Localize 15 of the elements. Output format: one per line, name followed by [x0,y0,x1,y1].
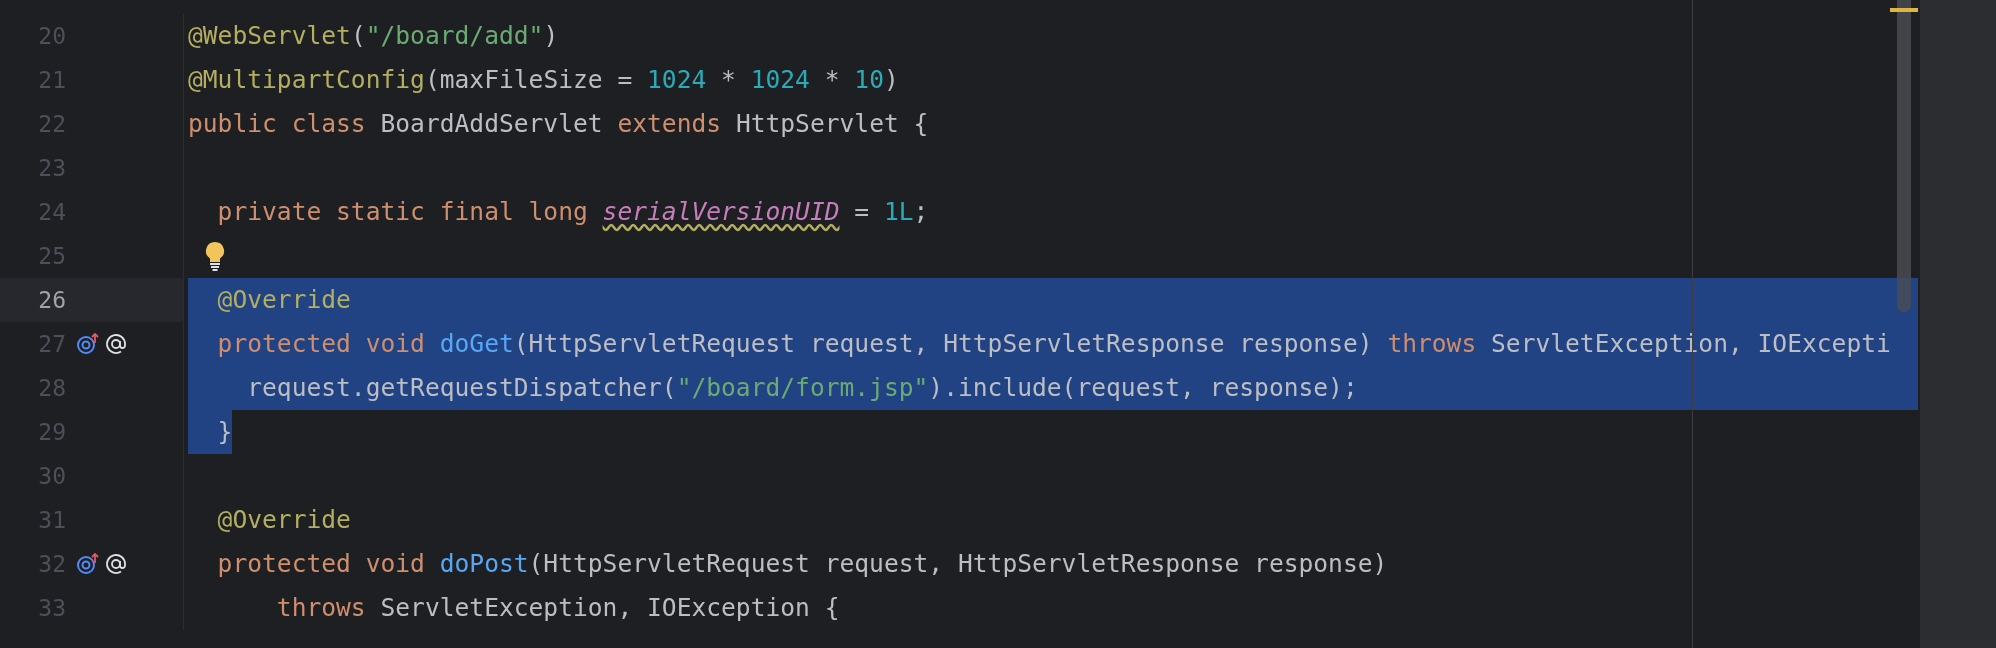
code-line: @Override [216,504,351,536]
lightbulb-icon[interactable] [204,241,226,271]
code-line: private static final long serialVersionUID = 1L; [216,196,929,228]
code-line: throws ServletException, IOException { [275,592,840,624]
override-marker-icon[interactable] [76,552,100,576]
scrollbar-thumb[interactable] [1897,0,1911,312]
override-marker-icon[interactable] [76,332,100,356]
line-number: 26 [37,287,66,313]
code-line: protected void doPost(HttpServletRequest request, HttpServletResponse response) [216,548,1388,580]
code-line: @MultipartConfig(maxFileSize = 1024 * 1024 * 10) [188,64,899,96]
code-line: @WebServlet("/board/add") [188,20,559,52]
at-sign-icon[interactable] [104,332,128,356]
warning-stripe-marker[interactable] [1890,8,1918,12]
code-line: public class BoardAddServlet extends HttpServlet { [188,108,929,140]
at-sign-icon[interactable] [104,552,128,576]
